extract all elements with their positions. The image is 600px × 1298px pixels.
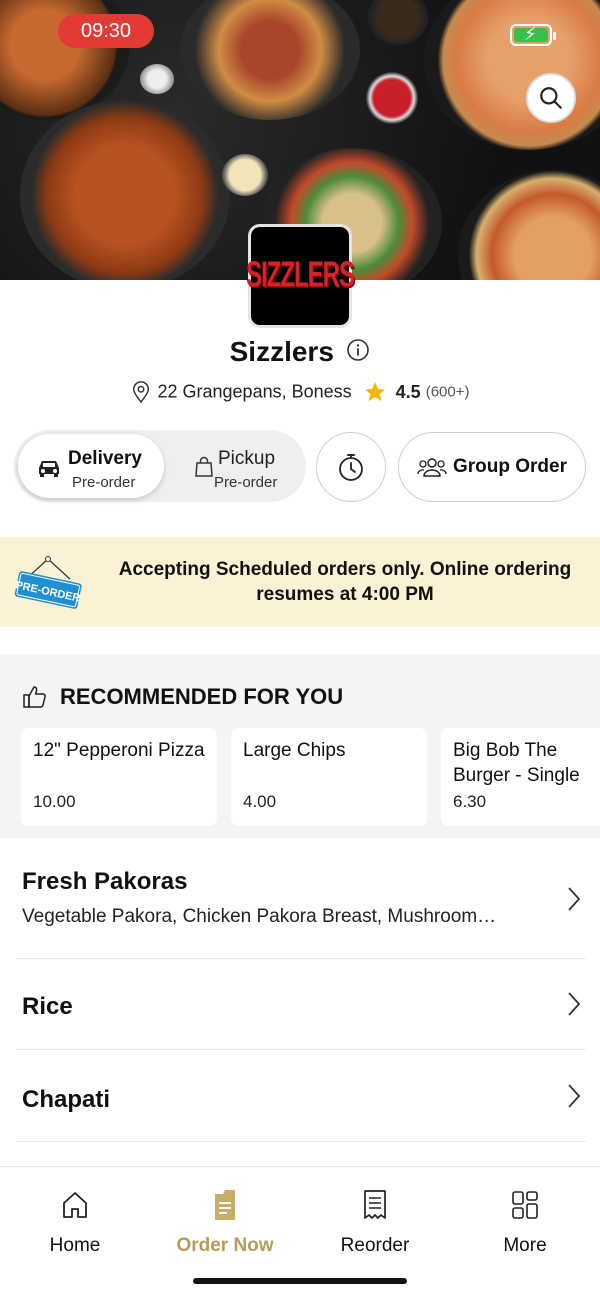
order-bag-icon [215, 1190, 235, 1220]
recommended-heading: RECOMMENDED FOR YOU [22, 684, 343, 710]
food-plate-image [366, 72, 418, 124]
info-icon [347, 338, 370, 361]
tab-more[interactable]: More [450, 1187, 600, 1257]
group-order-label: Group Order [452, 456, 567, 477]
delivery-label: Delivery [68, 448, 142, 469]
recommended-item-price: 6.30 [453, 792, 487, 811]
pickup-sub: Pre-order [214, 474, 278, 491]
food-plate-image [20, 100, 230, 280]
preorder-sign-icon: PRE-ORDER [14, 556, 82, 609]
chevron-right-icon [568, 887, 581, 911]
tab-home[interactable]: Home [0, 1187, 150, 1257]
group-order-button[interactable]: Group Order [398, 432, 586, 502]
food-plate-image [222, 154, 268, 196]
delivery-option[interactable]: Delivery Pre-order [18, 434, 164, 498]
group-users-icon [417, 458, 447, 477]
bag-icon [195, 456, 213, 477]
preorder-message: Accepting Scheduled orders only. Online … [118, 559, 572, 605]
search-icon [540, 87, 562, 109]
food-plate-image [458, 170, 600, 280]
pickup-option[interactable]: Pickup Pre-order [166, 434, 302, 498]
restaurant-title-row: Sizzlers [0, 336, 600, 368]
battery-icon: ⚡ [510, 24, 556, 46]
location-pin-icon [133, 381, 150, 404]
schedule-time-button[interactable] [316, 432, 386, 502]
stopwatch-icon [339, 454, 363, 481]
food-plate-image [140, 64, 174, 94]
home-indicator [193, 1278, 407, 1284]
preorder-notice-banner: PRE-ORDER Accepting Scheduled orders onl… [0, 537, 600, 627]
thumbs-up-icon [23, 686, 46, 708]
restaurant-logo: SIZZLERS [246, 224, 355, 328]
search-button[interactable] [526, 73, 576, 123]
restaurant-name: Sizzlers [229, 336, 334, 367]
menu-section-title: Fresh Pakoras [22, 868, 188, 895]
rating-count: (600+) [425, 383, 470, 401]
recommended-item[interactable]: Large Chips 4.00 [231, 728, 427, 826]
star-icon [364, 382, 385, 401]
tab-order-now-label: Order Now [176, 1235, 274, 1256]
menu-section-row[interactable]: Rice [16, 959, 586, 1050]
menu-section-row[interactable]: Chapati [16, 1050, 586, 1142]
food-plate-image [368, 0, 428, 45]
tab-order-now[interactable]: Order Now [150, 1187, 300, 1257]
tab-reorder-label: Reorder [340, 1235, 410, 1256]
recommended-title: RECOMMENDED FOR YOU [60, 684, 344, 709]
tab-home-label: Home [49, 1235, 101, 1256]
recommended-item[interactable]: Big Bob The Burger - Single 6.30 [441, 728, 600, 826]
menu-section-desc: Vegetable Pakora, Chicken Pakora Breast,… [22, 906, 497, 927]
tab-reorder[interactable]: Reorder [300, 1187, 450, 1257]
food-plate-image [424, 0, 600, 150]
rating-value: 4.5 [395, 381, 421, 402]
menu-section-title: Rice [22, 993, 73, 1020]
restaurant-address: 22 Grangepans, Boness [157, 381, 352, 402]
chevron-right-icon [568, 992, 581, 1016]
delivery-sub: Pre-order [72, 474, 136, 491]
recommended-item-price: 4.00 [243, 792, 277, 811]
status-time: 09:30 [58, 14, 154, 48]
chevron-right-icon [568, 1084, 581, 1108]
food-plate-image [180, 0, 360, 120]
recommended-item[interactable]: 12" Pepperoni Pizza 10.00 [21, 728, 217, 826]
menu-section-title: Chapati [22, 1086, 111, 1113]
tab-more-label: More [503, 1235, 547, 1256]
grid-icon [512, 1191, 538, 1219]
pickup-label: Pickup [218, 448, 276, 469]
car-icon [39, 461, 59, 477]
home-icon [63, 1192, 87, 1218]
logo-text: SIZZLERS [246, 255, 355, 296]
recommended-item-name: Large Chips [243, 740, 346, 761]
restaurant-meta: 22 Grangepans, Boness 4.5 (600+) [0, 380, 600, 404]
recommended-section: RECOMMENDED FOR YOU 12" Pepperoni Pizza … [0, 654, 600, 838]
recommended-item-name: Big Bob The Burger - Single [453, 740, 580, 786]
recommended-item-name: 12" Pepperoni Pizza [33, 740, 205, 761]
receipt-icon [364, 1190, 386, 1219]
order-mode-toggle: Delivery Pre-order Pickup Pre-order [14, 430, 306, 502]
recommended-item-price: 10.00 [33, 792, 76, 811]
info-button[interactable] [346, 338, 370, 367]
menu-section-row[interactable]: Fresh Pakoras Vegetable Pakora, Chicken … [16, 838, 586, 959]
